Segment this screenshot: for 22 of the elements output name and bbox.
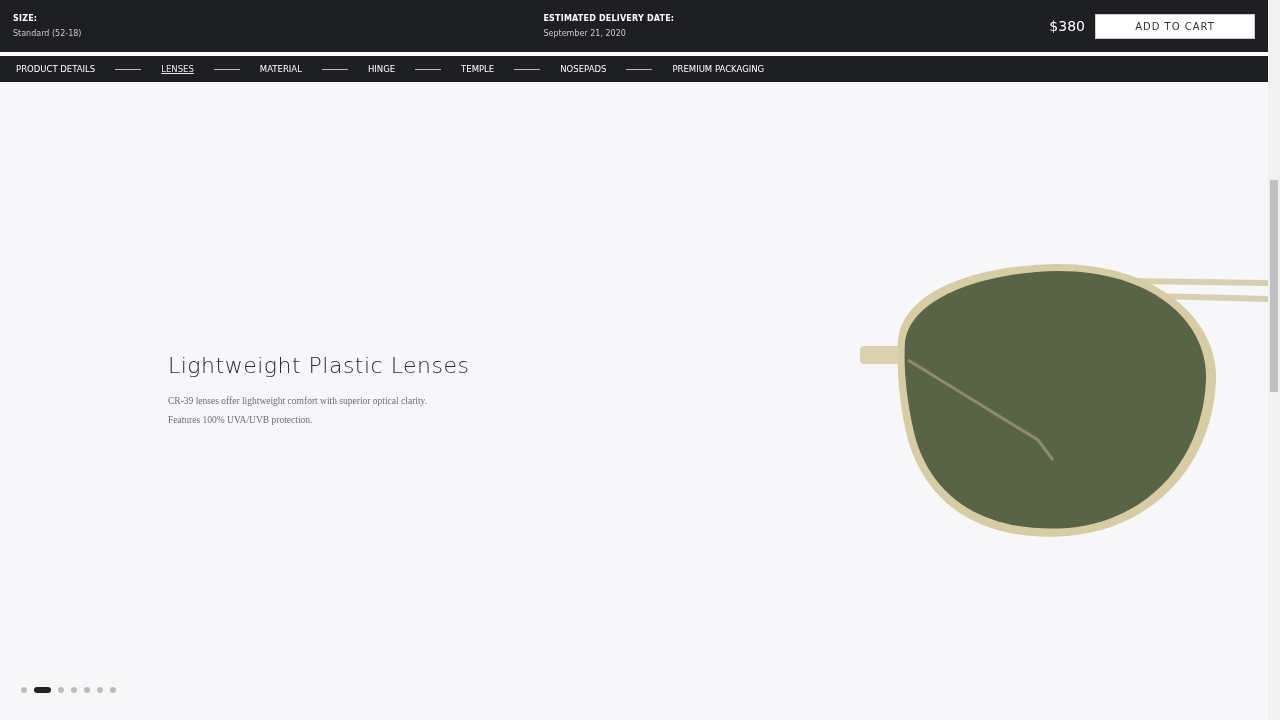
price: $380 [1049, 18, 1085, 34]
pager-dot[interactable] [21, 687, 27, 693]
delivery-date: September 21, 2020 [543, 29, 627, 38]
pager-dot[interactable] [71, 687, 77, 693]
nav-tab[interactable]: PRODUCT DETAILS [16, 64, 96, 74]
size-value: Standard (52-18) [13, 29, 82, 38]
slide-description: CR-39 lenses offer lightweight comfort with superior optical clarity. Features 100% UVA/UVB protection. [168, 394, 429, 427]
nav-tab[interactable]: PREMIUM PACKAGING [672, 64, 765, 74]
nav-tab[interactable]: NOSEPADS [560, 64, 607, 74]
pager-dot[interactable] [110, 687, 116, 693]
pager-dot[interactable] [97, 687, 103, 693]
delivery-label: ESTIMATED DELIVERY DATE: [543, 14, 675, 23]
scrollbar-thumb[interactable] [1270, 180, 1278, 392]
add-to-cart-button[interactable]: ADD TO CART [1095, 13, 1255, 39]
nav-tab[interactable]: LENSES [161, 64, 194, 74]
nav-tab[interactable]: HINGE [367, 64, 396, 74]
pager-dot[interactable] [84, 687, 90, 693]
pager-dot[interactable] [58, 687, 64, 693]
size-label: SIZE: [13, 14, 39, 23]
nav-tab[interactable]: MATERIAL [259, 64, 302, 74]
slide-title: Lightweight Plastic Lenses [168, 352, 471, 378]
nav-tab[interactable]: TEMPLE [461, 64, 495, 74]
